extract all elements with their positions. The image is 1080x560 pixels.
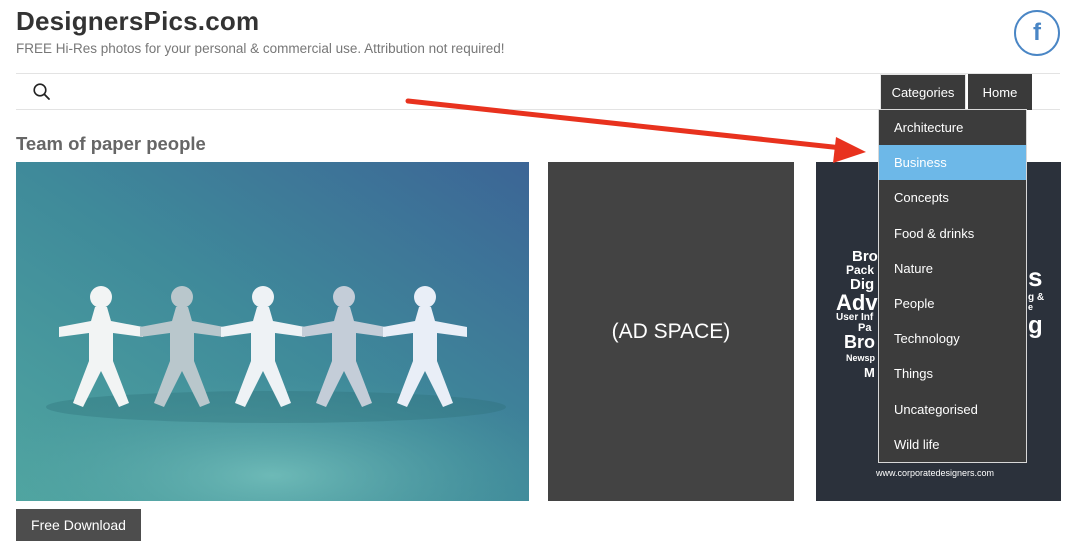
search-icon[interactable] xyxy=(32,82,52,102)
thumb-url: www.corporatedesigners.com xyxy=(876,468,995,478)
dropdown-item-technology[interactable]: Technology xyxy=(879,321,1026,356)
free-download-button[interactable]: Free Download xyxy=(16,509,141,541)
dropdown-item-wild-life[interactable]: Wild life xyxy=(879,427,1026,462)
facebook-icon[interactable]: f xyxy=(1014,10,1060,56)
dropdown-item-concepts[interactable]: Concepts xyxy=(879,180,1026,215)
dropdown-item-people[interactable]: People xyxy=(879,286,1026,321)
thumb-word: M xyxy=(864,365,875,380)
site-tagline: FREE Hi-Res photos for your personal & c… xyxy=(16,41,505,56)
thumb-word: Bro xyxy=(844,332,875,352)
dropdown-item-business[interactable]: Business xyxy=(879,145,1026,181)
navbar: Categories Home xyxy=(16,73,1060,110)
ad-space: (AD SPACE) xyxy=(548,162,794,501)
thumb-word: s xyxy=(1028,262,1043,292)
paper-people-image xyxy=(16,162,529,501)
dropdown-item-architecture[interactable]: Architecture xyxy=(879,110,1026,145)
categories-dropdown: Architecture Business Concepts Food & dr… xyxy=(878,109,1027,463)
main-photo[interactable] xyxy=(16,162,529,501)
site-title[interactable]: DesignersPics.com xyxy=(16,6,259,37)
nav-home-button[interactable]: Home xyxy=(968,74,1032,110)
dropdown-item-things[interactable]: Things xyxy=(879,356,1026,391)
dropdown-item-food-drinks[interactable]: Food & drinks xyxy=(879,216,1026,251)
nav-categories-button[interactable]: Categories xyxy=(880,74,966,110)
thumb-word: Newsp xyxy=(846,353,876,363)
thumb-word: g xyxy=(1028,312,1043,339)
post-title: Team of paper people xyxy=(16,133,206,154)
dropdown-item-uncategorised[interactable]: Uncategorised xyxy=(879,392,1026,427)
thumb-word: Pack xyxy=(846,263,875,277)
thumb-word: e xyxy=(1028,302,1034,312)
dropdown-item-nature[interactable]: Nature xyxy=(879,251,1026,286)
